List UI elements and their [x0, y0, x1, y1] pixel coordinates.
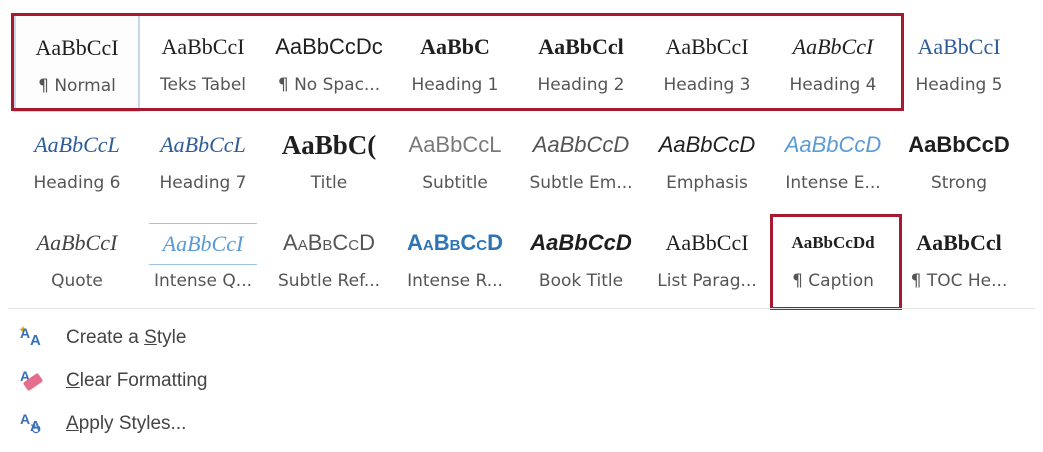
style-intense-emphasis[interactable]: AaBbCcD Intense E... — [770, 112, 896, 210]
style-preview: AaBbCcL — [408, 132, 502, 157]
style-label: Teks Tabel — [159, 75, 247, 95]
style-heading-5[interactable]: AaBbCcI Heading 5 — [896, 14, 1022, 112]
style-normal[interactable]: AaBbCcI ¶ Normal — [14, 14, 140, 112]
style-teks-tabel[interactable]: AaBbCcI Teks Tabel — [140, 14, 266, 112]
style-label: ¶ No Spac... — [277, 75, 381, 95]
apply-styles-label: Apply Styles... — [66, 412, 187, 434]
create-style-icon: ✦ A A — [18, 322, 41, 349]
style-preview: AaBbCcD — [530, 230, 632, 255]
style-preview: AaBbCcD — [658, 132, 756, 157]
style-preview: AaBbCcDc — [275, 34, 383, 59]
style-preview: AaBbCcL — [34, 132, 120, 157]
style-preview: AaBbCcI — [917, 34, 1001, 59]
clear-formatting-icon: A — [18, 368, 48, 394]
style-preview: AaBbC — [420, 34, 490, 59]
style-heading-7[interactable]: AaBbCcL Heading 7 — [140, 112, 266, 210]
style-heading-3[interactable]: AaBbCcI Heading 3 — [644, 14, 770, 112]
style-preview: AaBbC( — [281, 130, 377, 160]
style-label: Strong — [930, 173, 988, 193]
style-preview: AaBbCcL — [160, 132, 246, 157]
style-no-spacing[interactable]: AaBbCcDc ¶ No Spac... — [266, 14, 392, 112]
style-preview: AaBbCcD — [908, 132, 1010, 157]
style-subtitle[interactable]: AaBbCcL Subtitle — [392, 112, 518, 210]
style-strong[interactable]: AaBbCcD Strong — [896, 112, 1022, 210]
style-label: Heading 6 — [33, 173, 121, 193]
style-caption[interactable]: AaBbCcDd ¶ Caption — [770, 210, 896, 308]
style-preview: AaBbCcI — [161, 34, 245, 59]
clear-formatting-label: Clear Formatting — [66, 369, 208, 391]
style-preview: AaBbCcD — [283, 230, 375, 255]
style-preview: AaBbCcI — [35, 35, 119, 60]
style-label: List Parag... — [657, 271, 757, 291]
style-label: Subtitle — [422, 173, 488, 193]
style-gallery: AaBbCcI ¶ Normal AaBbCcI Teks Tabel AaBbCcDc… — [14, 14, 1022, 308]
styles-actions-menu: ✦ A A Create a Style A Clear Formatting AA… — [18, 316, 208, 445]
style-label: Emphasis — [666, 173, 748, 193]
style-preview: AaBbCcl — [916, 230, 1002, 255]
style-label: Intense E... — [785, 173, 881, 193]
style-label: ¶ Normal — [38, 76, 116, 96]
apply-styles-button[interactable]: A A ↻ Apply Styles... — [18, 402, 208, 445]
style-quote[interactable]: AaBbCcI Quote — [14, 210, 140, 308]
style-intense-reference[interactable]: AaBbCcD Intense R... — [392, 210, 518, 308]
style-label: Heading 2 — [537, 75, 625, 95]
style-label: Subtle Em... — [529, 173, 633, 193]
style-label: Heading 7 — [159, 173, 247, 193]
style-preview: AaBbCcD — [532, 132, 630, 157]
style-label: Title — [310, 173, 348, 193]
clear-formatting-button[interactable]: A Clear Formatting — [18, 359, 208, 402]
style-subtle-emphasis[interactable]: AaBbCcD Subtle Em... — [518, 112, 644, 210]
style-preview: AaBbCcI — [792, 34, 874, 59]
create-style-button[interactable]: ✦ A A Create a Style — [18, 316, 208, 359]
style-preview: AaBbCcD — [406, 230, 504, 255]
style-heading-4[interactable]: AaBbCcI Heading 4 — [770, 14, 896, 112]
style-label: Book Title — [538, 271, 624, 291]
style-heading-2[interactable]: AaBbCcl Heading 2 — [518, 14, 644, 112]
style-preview: AaBbCcI — [665, 34, 749, 59]
style-list-paragraph[interactable]: AaBbCcI List Parag... — [644, 210, 770, 308]
style-toc-heading[interactable]: AaBbCcl ¶ TOC He... — [896, 210, 1022, 308]
style-title[interactable]: AaBbC( Title — [266, 112, 392, 210]
style-preview: AaBbCcDd — [791, 233, 875, 252]
style-label: Heading 3 — [663, 75, 751, 95]
style-preview: AaBbCcl — [538, 34, 624, 59]
style-emphasis[interactable]: AaBbCcD Emphasis — [644, 112, 770, 210]
style-subtle-reference[interactable]: AaBbCcD Subtle Ref... — [266, 210, 392, 308]
style-preview: AaBbCcI — [36, 230, 118, 255]
style-preview: AaBbCcI — [665, 230, 749, 255]
style-intense-quote[interactable]: AaBbCcI Intense Q... — [140, 210, 266, 308]
style-preview: AaBbCcI — [149, 223, 257, 265]
apply-styles-icon: A A ↻ — [20, 410, 42, 437]
style-label: Heading 1 — [411, 75, 499, 95]
create-style-label: Create a Style — [66, 326, 187, 348]
style-label: Intense R... — [407, 271, 503, 291]
style-label: Intense Q... — [154, 271, 252, 291]
style-preview: AaBbCcD — [784, 132, 882, 157]
style-book-title[interactable]: AaBbCcD Book Title — [518, 210, 644, 308]
style-label: ¶ Caption — [792, 271, 874, 291]
style-heading-6[interactable]: AaBbCcL Heading 6 — [14, 112, 140, 210]
style-label: Subtle Ref... — [277, 271, 381, 291]
style-label: Heading 4 — [789, 75, 877, 95]
divider — [8, 308, 1035, 309]
style-label: ¶ TOC He... — [910, 271, 1008, 291]
style-label: Heading 5 — [915, 75, 1003, 95]
style-heading-1[interactable]: AaBbC Heading 1 — [392, 14, 518, 112]
style-label: Quote — [51, 271, 103, 291]
